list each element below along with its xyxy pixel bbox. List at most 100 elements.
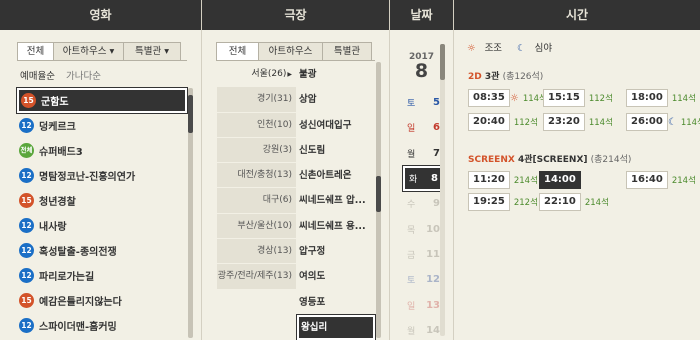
showtime-time: 23:20 [548,116,580,127]
cinema-item[interactable]: 여의도 [297,264,375,289]
cinema-item[interactable]: 성신여대입구 [297,113,375,138]
showtime-button[interactable]: 15:15 [543,89,585,107]
date-item[interactable]: 월7 [403,141,443,166]
movie-title: 혹성탈출-종의전쟁 [39,247,117,258]
cinema-item[interactable]: 압구정 [297,239,375,264]
movie-item[interactable]: 12 스파이더맨-홈커밍 [17,313,187,338]
showtime-button[interactable]: 22:10 [539,193,581,211]
movie-item[interactable]: 15 청년경찰 [17,188,187,213]
region-label: 서울(26) [251,69,287,79]
region-item[interactable]: 광주/전라/제주(13) [217,264,296,290]
cinema-item[interactable]: 불광 [297,62,375,87]
date-item[interactable]: 수9 [403,191,443,216]
cinema-item[interactable]: 상암 [297,87,375,112]
rating-badge: 12 [19,243,34,258]
showtime-time: 22:10 [544,196,576,207]
cinema-item[interactable]: 신도림 [297,138,375,163]
region-item[interactable]: 경기(31) [217,87,296,113]
screen-title: SCREENX 4관[SCREENX] (총214석) [468,152,631,165]
theater-tab-arthouse[interactable]: 아트하우스 [258,42,322,61]
date-weekday: 월 [407,149,416,160]
region-item[interactable]: 강원(3) [217,137,296,164]
remaining-seats: 212석 [513,198,538,208]
date-item[interactable]: 금 11 [403,242,443,267]
showtime-button[interactable]: 14:00 [539,171,581,189]
cinema-list-scroll-thumb[interactable] [376,176,381,212]
sort-by-reservation[interactable]: 예매율순 [20,71,55,82]
cinema-item[interactable]: 씨네드쉐프 용... [297,214,375,239]
movie-tab-special[interactable]: 특별관 ▾ [123,42,181,61]
showtime-time: 11:20 [473,174,505,185]
showtime-button[interactable]: 08:35 [468,89,510,107]
movie-tab-underline [17,60,187,61]
cinema-item[interactable]: 씨네드쉐프 압... [297,188,375,213]
region-item[interactable]: 대구(6) [217,188,296,214]
movie-item[interactable]: 15 군함도 [16,87,188,114]
showtime-time: 14:00 [544,174,576,185]
date-day: 6 [433,122,440,134]
showtime-button[interactable]: 18:00 [626,89,668,107]
cinema-item[interactable]: 신촌아트레온 [297,163,375,188]
date-list-scroll-thumb[interactable] [440,44,445,80]
movie-title: 파리로가는길 [39,272,95,283]
sort-by-alphabet[interactable]: 가나다순 [66,71,101,82]
date-item[interactable]: 화8 [402,164,444,193]
movie-item[interactable]: 전체 슈퍼배드3 [17,138,187,163]
date-item[interactable]: 월 14 [403,318,443,340]
showtime-slot: 19:25 212석 [468,193,538,211]
showtime-button[interactable]: 19:25 [468,193,510,211]
date-day: 11 [426,248,440,260]
showtime-button[interactable]: 16:40 [626,171,668,189]
movie-item[interactable]: 15 예감은틀리지않는다 [17,288,187,313]
screen-title: 2D 3관 (총126석) [468,69,543,82]
showtime-button[interactable]: 26:00 [626,113,668,131]
date-weekday: 일 [407,301,416,312]
theater-tabs: 전체 아트하우스 특별관 [216,42,372,61]
movie-item[interactable]: 12 명탐정코난-진홍의연가 [17,163,187,188]
movie-list-scroll-thumb[interactable] [188,95,193,133]
region-label: 강원(3) [262,144,292,155]
time-header: 시간 [454,0,700,30]
showtime-button[interactable]: 20:40 [468,113,510,131]
movie-tab-all[interactable]: 전체 [17,42,53,61]
theater-tab-all[interactable]: 전체 [216,42,258,61]
movie-item[interactable]: 12 혹성탈출-종의전쟁 [17,238,187,263]
region-item[interactable]: 서울(26)▶ [217,62,296,88]
cinema-item[interactable]: 왕십리 [296,313,376,340]
screen-format: 2D [468,72,482,82]
screen-name: 3관 [484,72,500,82]
region-label: 부산/울산(10) [237,220,292,231]
region-item[interactable]: 대전/충청(13) [217,163,296,189]
date-item[interactable]: 일6 [403,115,443,140]
region-item[interactable]: 인천(10) [217,112,296,138]
movie-item[interactable]: 12 파리로가는길 [17,263,187,288]
region-item[interactable]: 경상(13) [217,239,296,265]
showtime-slot: 18:00 114석 [626,89,696,107]
movie-tab-arthouse[interactable]: 아트하우스 ▾ [53,42,123,61]
screen-total-seats: (총214석) [590,155,632,165]
showtime-slot: 15:15 112석 [543,89,613,107]
booking-panel: 영화 전체 아트하우스 ▾ 특별관 ▾ 예매율순 가나다순 15 군함도 12 덩케르… [0,0,700,340]
date-item[interactable]: 토 12 [403,267,443,292]
date-weekday: 금 [407,250,416,261]
date-day: 9 [433,198,440,210]
date-item[interactable]: 일 13 [403,292,443,317]
movie-item[interactable]: 12 내사랑 [17,213,187,238]
date-list-scrollbar[interactable] [440,44,445,336]
region-label: 경상(13) [256,246,292,257]
movie-title: 내사랑 [39,222,67,233]
theater-header: 극장 [202,0,389,30]
cinema-item[interactable]: 영등포 [297,290,375,315]
date-item[interactable]: 토5 [403,90,443,115]
showtime-slot: 08:35 ☼ 114석 [468,89,547,107]
showtime-button[interactable]: 23:20 [543,113,585,131]
movie-item[interactable]: 12 덩케르크 [17,113,187,138]
date-column: 날짜 2017 8 토 5 일 6 월 7 화 8 수 9 목 10 금 11 토 12 일 13 월 14 [390,0,453,340]
remaining-seats: 214석 [513,176,538,186]
theater-tab-special[interactable]: 특별관 [322,42,372,61]
date-item[interactable]: 목 10 [403,216,443,241]
remaining-seats: 112석 [513,118,538,128]
showtime-button[interactable]: 11:20 [468,171,510,189]
screen-format: SCREENX [468,155,515,165]
region-item[interactable]: 부산/울산(10) [217,213,296,240]
